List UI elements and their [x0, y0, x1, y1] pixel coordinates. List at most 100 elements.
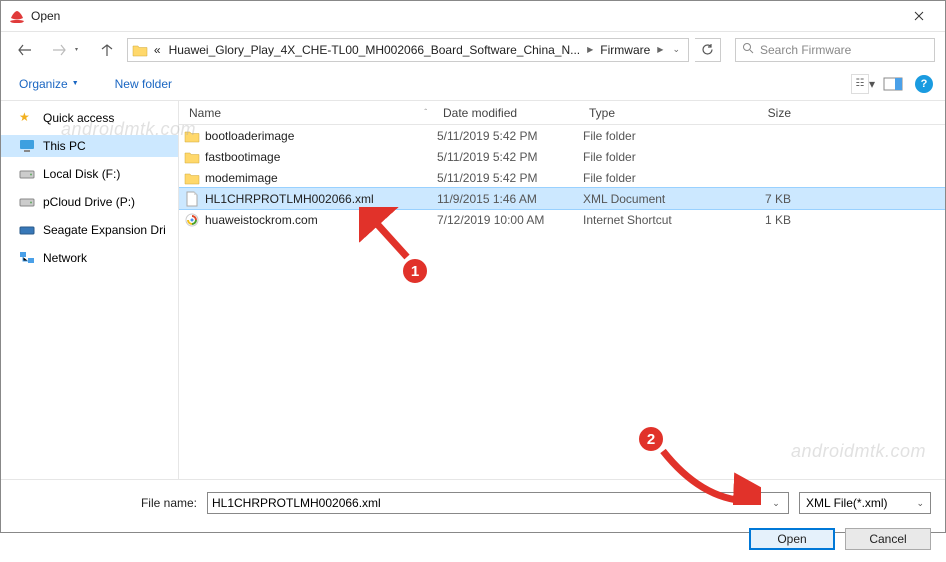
- close-button[interactable]: [901, 2, 937, 30]
- drive-icon: [19, 194, 35, 210]
- file-size: 7 KB: [709, 192, 809, 206]
- drive-icon: [19, 222, 35, 238]
- forward-button[interactable]: [45, 36, 73, 64]
- new-folder-button[interactable]: New folder: [109, 73, 178, 95]
- folder-icon: [179, 150, 205, 164]
- xml-file-icon: [179, 191, 205, 207]
- file-name: HL1CHRPROTLMH002066.xml: [205, 192, 437, 206]
- view-options-button[interactable]: ☷▾: [851, 72, 875, 96]
- body: ★ Quick access This PC Local Disk (F:) p…: [1, 101, 945, 479]
- sidebar-item-seagate[interactable]: Seagate Expansion Dri: [1, 219, 178, 241]
- back-button[interactable]: [11, 36, 39, 64]
- history-dropdown[interactable]: ▾: [75, 46, 87, 53]
- sidebar-item-label: This PC: [43, 139, 86, 153]
- sidebar-item-local-disk[interactable]: Local Disk (F:): [1, 163, 178, 185]
- folder-icon: [179, 129, 205, 143]
- file-row[interactable]: modemimage 5/11/2019 5:42 PM File folder: [179, 167, 945, 188]
- arrow-right-icon: [52, 43, 66, 57]
- file-row[interactable]: bootloaderimage 5/11/2019 5:42 PM File f…: [179, 125, 945, 146]
- up-button[interactable]: [93, 36, 121, 64]
- window-title: Open: [31, 9, 901, 23]
- breadcrumb-prefix[interactable]: «: [150, 39, 165, 61]
- file-row-selected[interactable]: HL1CHRPROTLMH002066.xml 11/9/2015 1:46 A…: [179, 188, 945, 209]
- chevron-right-icon[interactable]: ▶: [654, 45, 666, 54]
- app-logo-icon: [9, 8, 25, 24]
- toolbar: Organize▼ New folder ☷▾ ?: [1, 67, 945, 101]
- chevron-right-icon[interactable]: ▶: [584, 45, 596, 54]
- sidebar-item-quick-access[interactable]: ★ Quick access: [1, 107, 178, 129]
- annotation-badge-2: 2: [637, 425, 665, 453]
- sidebar-item-pcloud[interactable]: pCloud Drive (P:): [1, 191, 178, 213]
- column-size[interactable]: Size: [709, 106, 809, 120]
- file-name: fastbootimage: [205, 150, 437, 164]
- file-name: bootloaderimage: [205, 129, 437, 143]
- filetype-label: XML File(*.xml): [806, 496, 888, 510]
- chevron-down-icon[interactable]: ⌄: [768, 498, 784, 509]
- breadcrumb-segment[interactable]: Firmware: [596, 39, 654, 61]
- view-icon: ☷: [851, 74, 869, 94]
- close-icon: [914, 11, 924, 21]
- breadcrumb[interactable]: « Huawei_Glory_Play_4X_CHE-TL00_MH002066…: [127, 38, 689, 62]
- bottom-panel: File name: HL1CHRPROTLMH002066.xml ⌄ XML…: [1, 479, 945, 562]
- monitor-icon: [19, 138, 35, 154]
- file-row[interactable]: fastbootimage 5/11/2019 5:42 PM File fol…: [179, 146, 945, 167]
- drive-icon: [19, 166, 35, 182]
- sidebar-item-label: Network: [43, 251, 87, 265]
- title-bar: Open: [1, 1, 945, 31]
- folder-icon: [130, 40, 150, 60]
- file-date: 5/11/2019 5:42 PM: [437, 171, 583, 185]
- network-icon: [19, 250, 35, 266]
- annotation-arrow: [359, 207, 419, 263]
- sidebar-item-label: pCloud Drive (P:): [43, 195, 135, 209]
- organize-menu[interactable]: Organize▼: [13, 73, 85, 95]
- sidebar-item-label: Local Disk (F:): [43, 167, 120, 181]
- arrow-up-icon: [100, 43, 114, 57]
- column-date[interactable]: Date modified: [437, 106, 583, 120]
- filename-label: File name:: [15, 496, 201, 510]
- preview-pane-button[interactable]: [881, 72, 905, 96]
- chevron-down-icon: ▼: [72, 80, 79, 87]
- file-type: File folder: [583, 171, 709, 185]
- search-placeholder: Search Firmware: [760, 43, 851, 57]
- breadcrumb-dropdown[interactable]: ⌄: [666, 44, 686, 55]
- sidebar: ★ Quick access This PC Local Disk (F:) p…: [1, 101, 179, 479]
- annotation-arrow: [651, 439, 761, 505]
- refresh-button[interactable]: [695, 38, 721, 62]
- annotation-badge-1: 1: [401, 257, 429, 285]
- file-date: 7/12/2019 10:00 AM: [437, 213, 583, 227]
- nav-bar: ▾ « Huawei_Glory_Play_4X_CHE-TL00_MH0020…: [1, 31, 945, 67]
- file-name: modemimage: [205, 171, 437, 185]
- file-date: 5/11/2019 5:42 PM: [437, 150, 583, 164]
- sidebar-item-label: Quick access: [43, 111, 114, 125]
- column-name[interactable]: Nameˆ: [179, 106, 437, 120]
- shortcut-icon: [179, 213, 205, 227]
- star-icon: ★: [19, 110, 35, 126]
- file-type: File folder: [583, 129, 709, 143]
- sidebar-item-this-pc[interactable]: This PC: [1, 135, 178, 157]
- file-row[interactable]: huaweistockrom.com 7/12/2019 10:00 AM In…: [179, 209, 945, 230]
- refresh-icon: [701, 43, 714, 56]
- column-type[interactable]: Type: [583, 106, 709, 120]
- file-date: 11/9/2015 1:46 AM: [437, 192, 583, 206]
- file-size: 1 KB: [709, 213, 809, 227]
- sort-indicator-icon: ˆ: [424, 108, 427, 117]
- file-list: Nameˆ Date modified Type Size bootloader…: [179, 101, 945, 479]
- open-button[interactable]: Open: [749, 528, 835, 550]
- arrow-left-icon: [18, 43, 32, 57]
- chevron-down-icon: ⌄: [916, 498, 924, 509]
- file-type: Internet Shortcut: [583, 213, 709, 227]
- preview-icon: [883, 77, 903, 91]
- file-type: File folder: [583, 150, 709, 164]
- sidebar-item-label: Seagate Expansion Dri: [43, 223, 166, 237]
- sidebar-item-network[interactable]: Network: [1, 247, 178, 269]
- file-type: XML Document: [583, 192, 709, 206]
- search-icon: [742, 42, 754, 57]
- cancel-button[interactable]: Cancel: [845, 528, 931, 550]
- filetype-select[interactable]: XML File(*.xml) ⌄: [799, 492, 931, 514]
- folder-icon: [179, 171, 205, 185]
- file-date: 5/11/2019 5:42 PM: [437, 129, 583, 143]
- search-input[interactable]: Search Firmware: [735, 38, 935, 62]
- breadcrumb-segment[interactable]: Huawei_Glory_Play_4X_CHE-TL00_MH002066_B…: [165, 39, 585, 61]
- column-headers: Nameˆ Date modified Type Size: [179, 101, 945, 125]
- help-button[interactable]: ?: [915, 75, 933, 93]
